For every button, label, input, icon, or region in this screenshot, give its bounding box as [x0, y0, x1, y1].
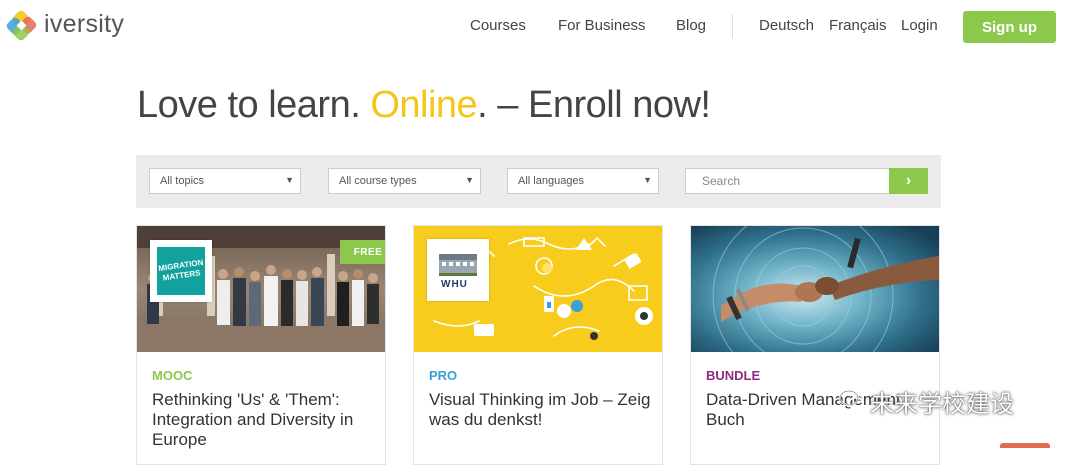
- login-link[interactable]: Login: [901, 17, 938, 34]
- logo-text: MIGRATION MATTERS: [157, 257, 204, 283]
- lang-francais[interactable]: Français: [829, 17, 887, 34]
- search-input[interactable]: [685, 168, 890, 194]
- nav-courses[interactable]: Courses: [470, 17, 526, 34]
- chevron-down-icon: ▼: [285, 175, 294, 185]
- free-badge: FREE: [340, 240, 385, 264]
- course-image: MIGRATION MATTERS FREE: [137, 226, 385, 352]
- course-type-label: PRO: [429, 368, 458, 383]
- course-image: WHU: [414, 226, 662, 352]
- course-title[interactable]: Visual Thinking im Job – Zeig was du den…: [429, 390, 651, 430]
- fist-bump-image: [691, 226, 939, 352]
- course-image: [691, 226, 939, 352]
- languages-select-value: All languages: [518, 175, 585, 187]
- wechat-icon: [839, 390, 864, 410]
- nav-for-business[interactable]: For Business: [558, 17, 646, 34]
- chevron-right-icon: ›: [905, 172, 912, 189]
- course-type-label: BUNDLE: [706, 368, 761, 383]
- lang-deutsch[interactable]: Deutsch: [759, 17, 814, 34]
- topics-select-value: All topics: [160, 175, 205, 187]
- migration-matters-logo: MIGRATION MATTERS: [150, 240, 212, 302]
- course-types-select[interactable]: All course types ▼: [328, 168, 481, 194]
- course-type-label: MOOC: [152, 368, 193, 383]
- course-card[interactable]: MIGRATION MATTERS FREE MOOC Rethinking '…: [136, 225, 386, 465]
- course-title[interactable]: Rethinking 'Us' & 'Them': Integration an…: [152, 390, 374, 450]
- iversity-logo-icon[interactable]: [6, 9, 42, 43]
- chevron-down-icon: ▼: [643, 175, 652, 185]
- corner-button-edge[interactable]: [1000, 443, 1050, 448]
- course-filter-bar: All topics ▼ All course types ▼ All lang…: [136, 155, 941, 208]
- whu-logo-text: WHU: [441, 279, 468, 290]
- course-card[interactable]: WHU PRO Visual Thinking im Job – Zeig wa…: [413, 225, 663, 465]
- topics-select[interactable]: All topics ▼: [149, 168, 301, 194]
- languages-select[interactable]: All languages ▼: [507, 168, 659, 194]
- course-card[interactable]: BUNDLE Data-Driven Management Buch: [690, 225, 940, 465]
- signup-button[interactable]: Sign up: [963, 11, 1056, 43]
- whu-logo: WHU: [427, 239, 489, 301]
- nav-blog[interactable]: Blog: [676, 17, 706, 34]
- hero-text-2: . – Enroll now!: [477, 84, 711, 126]
- brand-name[interactable]: iversity: [44, 10, 124, 39]
- hero-highlight: Online: [370, 84, 478, 126]
- nav-divider: [732, 14, 733, 38]
- whu-building-icon: [439, 254, 477, 276]
- hero-heading: Love to learn. Online. – Enroll now!: [137, 84, 711, 127]
- course-types-select-value: All course types: [339, 175, 417, 187]
- hero-text-1: Love to learn.: [137, 84, 371, 126]
- search-button[interactable]: ›: [889, 168, 928, 194]
- chevron-down-icon: ▼: [465, 175, 474, 185]
- watermark-text: 未来学校建设: [870, 390, 1014, 418]
